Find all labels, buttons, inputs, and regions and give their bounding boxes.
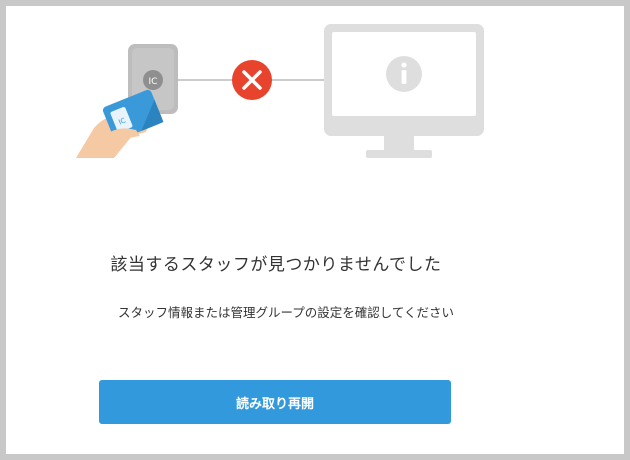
error-subtitle: スタッフ情報または管理グループの設定を確認してください	[117, 305, 454, 320]
reader-label: IC	[149, 77, 158, 87]
resume-reading-button[interactable]: 読み取り再開	[99, 380, 451, 424]
hand-with-card-icon: IC	[76, 89, 164, 158]
info-icon	[386, 56, 422, 92]
connection-illustration: IC IC	[76, 24, 484, 158]
illustration: IC IC	[66, 20, 496, 170]
monitor-icon	[324, 24, 484, 158]
x-icon	[232, 60, 272, 100]
error-title: 該当するスタッフが見つかりませんでした	[110, 255, 442, 275]
dialog: IC IC 該当するスタッフが見つかりませんでした スタッフ情報または管理グルー…	[6, 6, 624, 454]
